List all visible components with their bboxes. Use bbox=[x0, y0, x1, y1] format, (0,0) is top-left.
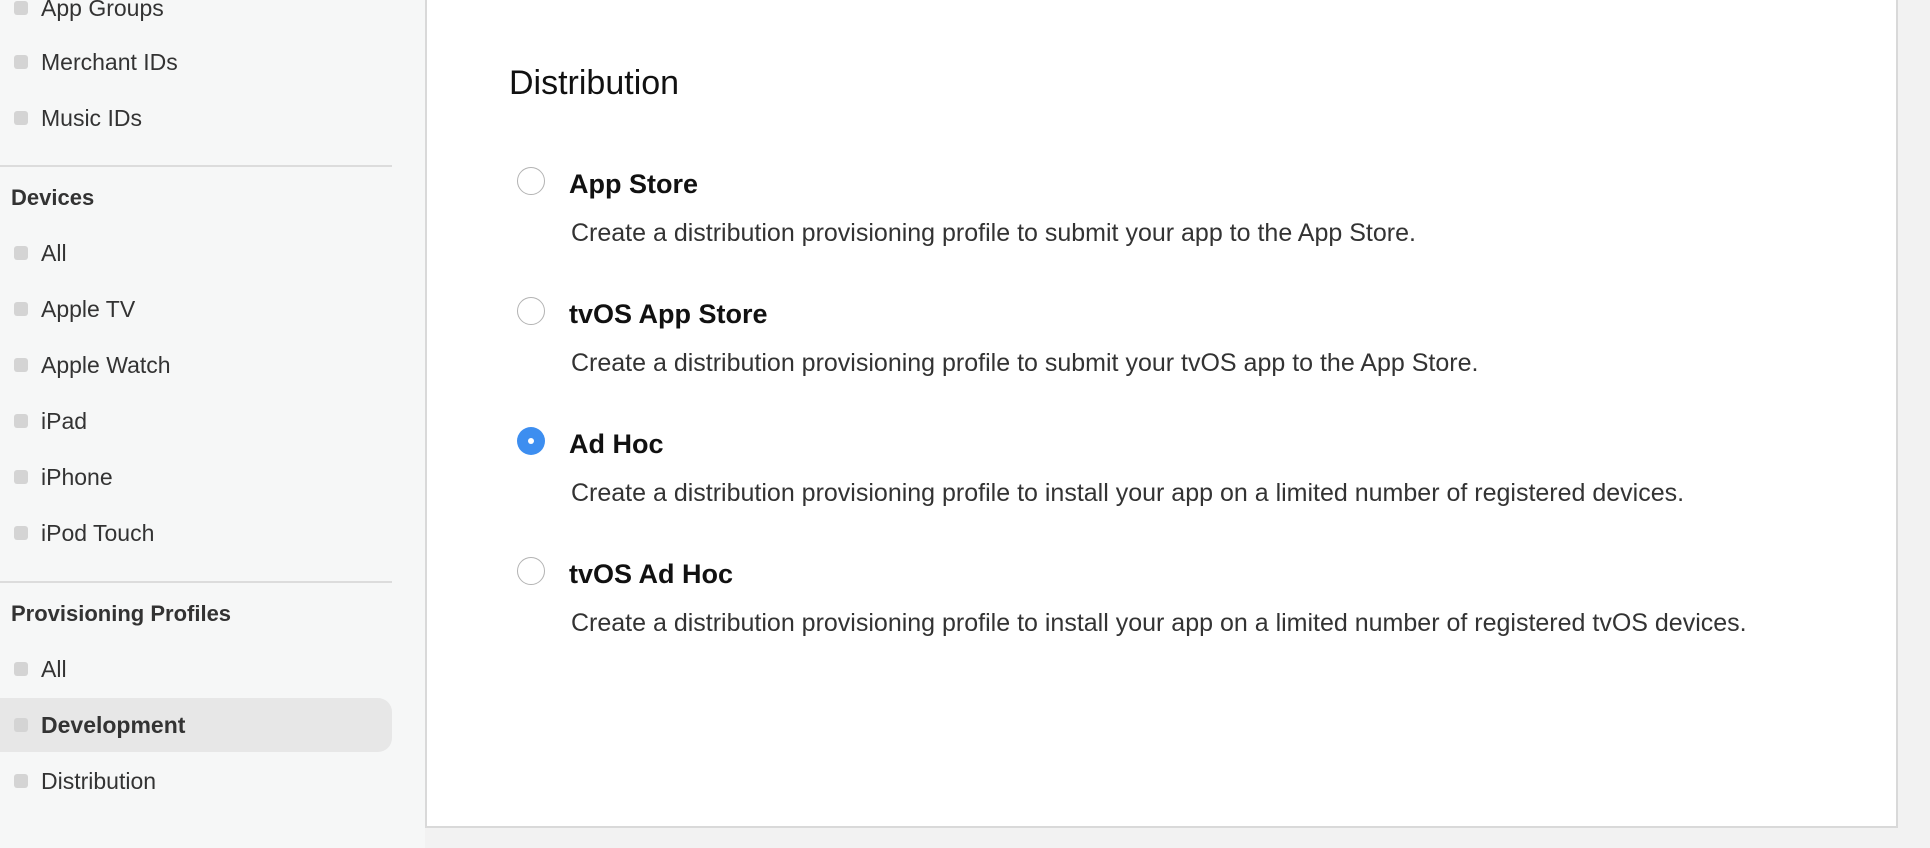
sidebar-item-ipod-touch[interactable]: iPod Touch bbox=[0, 506, 392, 560]
sidebar-item-distribution[interactable]: Distribution bbox=[0, 754, 392, 808]
sidebar-heading-devices: Devices bbox=[11, 185, 95, 210]
sidebar-item-apple-watch[interactable]: Apple Watch bbox=[0, 338, 392, 392]
sidebar-item-label: Merchant IDs bbox=[41, 48, 178, 75]
bullet-icon bbox=[14, 718, 28, 732]
bullet-icon bbox=[14, 55, 28, 69]
option-title: Ad Hoc bbox=[569, 429, 664, 459]
radio-button[interactable] bbox=[517, 297, 545, 325]
bullet-icon bbox=[14, 662, 28, 676]
option-title: App Store bbox=[569, 169, 699, 199]
option-title: tvOS App Store bbox=[569, 299, 768, 329]
sidebar-item-music-ids[interactable]: Music IDs bbox=[0, 91, 392, 145]
sidebar-item-devices-all[interactable]: All bbox=[0, 226, 392, 280]
bullet-icon bbox=[14, 526, 28, 540]
radio-button[interactable] bbox=[517, 167, 545, 195]
sidebar-item-development[interactable]: Development bbox=[0, 698, 392, 752]
sidebar-item-label: iPod Touch bbox=[41, 519, 155, 546]
sidebar-item-label: iPhone bbox=[41, 463, 113, 490]
bullet-icon bbox=[14, 358, 28, 372]
sidebar-item-label: All bbox=[41, 655, 67, 682]
bullet-icon bbox=[14, 774, 28, 788]
option-title: tvOS Ad Hoc bbox=[569, 559, 734, 589]
sidebar-item-label: App Groups bbox=[41, 0, 164, 21]
sidebar-item-ipad[interactable]: iPad bbox=[0, 394, 392, 448]
option-description: Create a distribution provisioning profi… bbox=[571, 609, 1747, 637]
main-panel: Distribution App Store Create a distribu… bbox=[425, 0, 1898, 828]
radio-button-selected[interactable] bbox=[517, 427, 545, 455]
sidebar-divider bbox=[0, 165, 392, 167]
sidebar-item-iphone[interactable]: iPhone bbox=[0, 450, 392, 504]
sidebar-item-label: All bbox=[41, 239, 67, 266]
sidebar-item-apple-tv[interactable]: Apple TV bbox=[0, 282, 392, 336]
bullet-icon bbox=[14, 414, 28, 428]
app-window: App Groups Merchant IDs Music IDs Device… bbox=[0, 0, 1930, 848]
sidebar-item-label: Music IDs bbox=[41, 104, 142, 131]
option-description: Create a distribution provisioning profi… bbox=[571, 479, 1685, 507]
sidebar-divider bbox=[0, 581, 392, 583]
bullet-icon bbox=[14, 111, 28, 125]
bullet-icon bbox=[14, 302, 28, 316]
bullet-icon bbox=[14, 470, 28, 484]
sidebar-item-label: Apple Watch bbox=[41, 351, 171, 378]
bullet-icon bbox=[14, 1, 28, 15]
section-title: Distribution bbox=[509, 64, 680, 102]
sidebar-item-profiles-all[interactable]: All bbox=[0, 642, 392, 696]
option-description: Create a distribution provisioning profi… bbox=[571, 219, 1416, 247]
sidebar-heading-provisioning-profiles: Provisioning Profiles bbox=[11, 601, 232, 626]
sidebar-item-label: Development bbox=[41, 711, 186, 738]
sidebar-item-label: iPad bbox=[41, 407, 88, 434]
sidebar-item-merchant-ids[interactable]: Merchant IDs bbox=[0, 35, 392, 89]
sidebar-item-label: Apple TV bbox=[41, 295, 136, 322]
radio-button[interactable] bbox=[517, 557, 545, 585]
sidebar-item-app-groups[interactable]: App Groups bbox=[0, 0, 392, 35]
sidebar-item-label: Distribution bbox=[41, 767, 157, 794]
option-description: Create a distribution provisioning profi… bbox=[571, 349, 1479, 377]
bullet-icon bbox=[14, 246, 28, 260]
sidebar: App Groups Merchant IDs Music IDs Device… bbox=[0, 0, 425, 848]
